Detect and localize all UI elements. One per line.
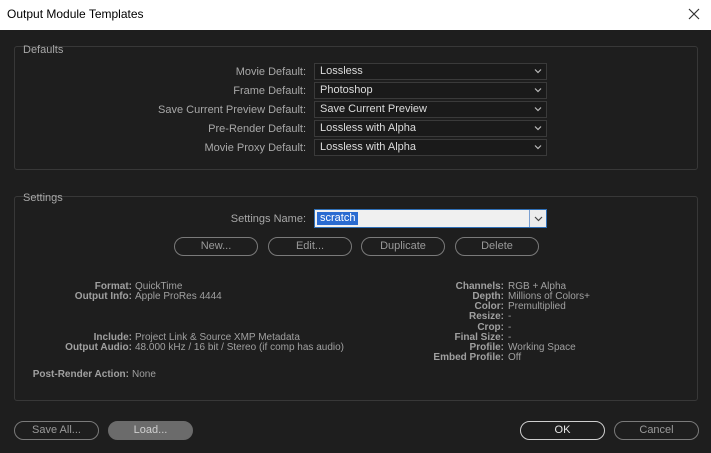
save-all-button[interactable]: Save All... xyxy=(14,421,99,440)
resize-value: - xyxy=(508,311,512,322)
frame-default-label: Frame Default: xyxy=(233,85,306,97)
settings-name-dropdown-button[interactable] xyxy=(529,210,546,227)
chevron-down-icon xyxy=(534,69,542,74)
post-render-label: Post-Render Action: xyxy=(32,369,129,380)
new-button[interactable]: New... xyxy=(174,237,258,256)
resize-label: Resize: xyxy=(468,311,504,322)
frame-default-select[interactable]: Photoshop xyxy=(314,82,547,99)
embed-profile-label: Embed Profile: xyxy=(433,352,504,363)
movie-proxy-default-select[interactable]: Lossless with Alpha xyxy=(314,139,547,156)
movie-proxy-default-label: Movie Proxy Default: xyxy=(204,142,306,154)
chevron-down-icon xyxy=(534,107,542,112)
save-preview-default-select[interactable]: Save Current Preview xyxy=(314,101,547,118)
color-value: Premultiplied xyxy=(508,301,566,312)
cancel-button[interactable]: Cancel xyxy=(614,421,699,440)
embed-profile-value: Off xyxy=(508,352,522,363)
defaults-label: Defaults xyxy=(23,44,64,56)
chevron-down-icon xyxy=(534,145,542,150)
output-info-label: Output Info: xyxy=(74,291,132,302)
frame-default-value: Photoshop xyxy=(320,84,373,96)
movie-default-label: Movie Default: xyxy=(235,66,306,78)
output-audio-label: Output Audio: xyxy=(65,342,132,353)
edit-button[interactable]: Edit... xyxy=(268,237,352,256)
delete-button[interactable]: Delete xyxy=(455,237,539,256)
post-render-value: None xyxy=(132,369,156,380)
pre-render-default-select[interactable]: Lossless with Alpha xyxy=(314,120,547,137)
chevron-down-icon xyxy=(534,126,542,131)
movie-proxy-default-value: Lossless with Alpha xyxy=(320,141,416,153)
duplicate-button[interactable]: Duplicate xyxy=(361,237,445,256)
title-bar: Output Module Templates xyxy=(0,0,711,30)
ok-button[interactable]: OK xyxy=(520,421,605,440)
pre-render-default-value: Lossless with Alpha xyxy=(320,122,416,134)
settings-label: Settings xyxy=(23,192,63,204)
window-title: Output Module Templates xyxy=(7,7,144,21)
output-audio-value: 48.000 kHz / 16 bit / Stereo (if comp ha… xyxy=(135,342,344,353)
settings-name-combobox[interactable]: scratch xyxy=(314,209,547,228)
settings-name-input[interactable]: scratch xyxy=(317,212,359,225)
movie-default-value: Lossless xyxy=(320,65,363,77)
pre-render-default-label: Pre-Render Default: xyxy=(208,123,306,135)
close-icon[interactable] xyxy=(686,4,702,24)
save-preview-default-value: Save Current Preview xyxy=(320,103,427,115)
chevron-down-icon xyxy=(534,88,542,93)
output-info-value: Apple ProRes 4444 xyxy=(135,291,222,302)
movie-default-select[interactable]: Lossless xyxy=(314,63,547,80)
load-button[interactable]: Load... xyxy=(108,421,193,440)
save-preview-default-label: Save Current Preview Default: xyxy=(158,104,306,116)
chevron-down-icon xyxy=(534,216,543,222)
settings-name-label: Settings Name: xyxy=(230,213,306,225)
